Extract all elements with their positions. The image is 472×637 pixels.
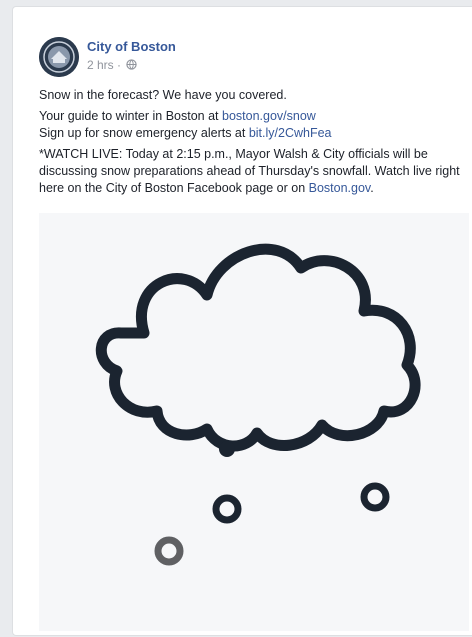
post-card: City of Boston 2 hrs · Snow in the forec…	[12, 6, 472, 636]
post-text: Snow in the forecast? We have you covere…	[39, 87, 469, 201]
guide-text: Your guide to winter in Boston at	[39, 109, 222, 123]
snowflake-dot	[212, 494, 242, 524]
watch-live-text: *WATCH LIVE: Today at 2:15 p.m., Mayor W…	[39, 147, 460, 195]
post-image[interactable]	[39, 213, 469, 631]
signup-text: Sign up for snow emergency alerts at	[39, 126, 249, 140]
watch-live-paragraph: *WATCH LIVE: Today at 2:15 p.m., Mayor W…	[39, 146, 469, 197]
post-meta: 2 hrs ·	[87, 58, 138, 72]
post-timestamp[interactable]: 2 hrs	[87, 58, 114, 72]
city-seal-icon[interactable]	[39, 37, 79, 77]
cloud-outline	[95, 243, 421, 452]
snow-guide-link[interactable]: boston.gov/snow	[222, 109, 316, 123]
snow-cloud-icon	[95, 243, 421, 566]
watch-live-suffix: .	[370, 181, 374, 195]
cloud-drip	[219, 441, 235, 457]
post-line: Snow in the forecast? We have you covere…	[39, 88, 287, 102]
post-paragraph-links: Your guide to winter in Boston at boston…	[39, 108, 469, 142]
snowflake-dot	[360, 482, 390, 512]
page-name-link[interactable]: City of Boston	[87, 39, 176, 54]
boston-gov-link[interactable]: Boston.gov	[309, 181, 371, 195]
alerts-signup-link[interactable]: bit.ly/2CwhFea	[249, 126, 332, 140]
globe-icon[interactable]	[126, 59, 138, 70]
meta-separator: ·	[113, 58, 125, 72]
snowflake-dot	[154, 536, 184, 566]
